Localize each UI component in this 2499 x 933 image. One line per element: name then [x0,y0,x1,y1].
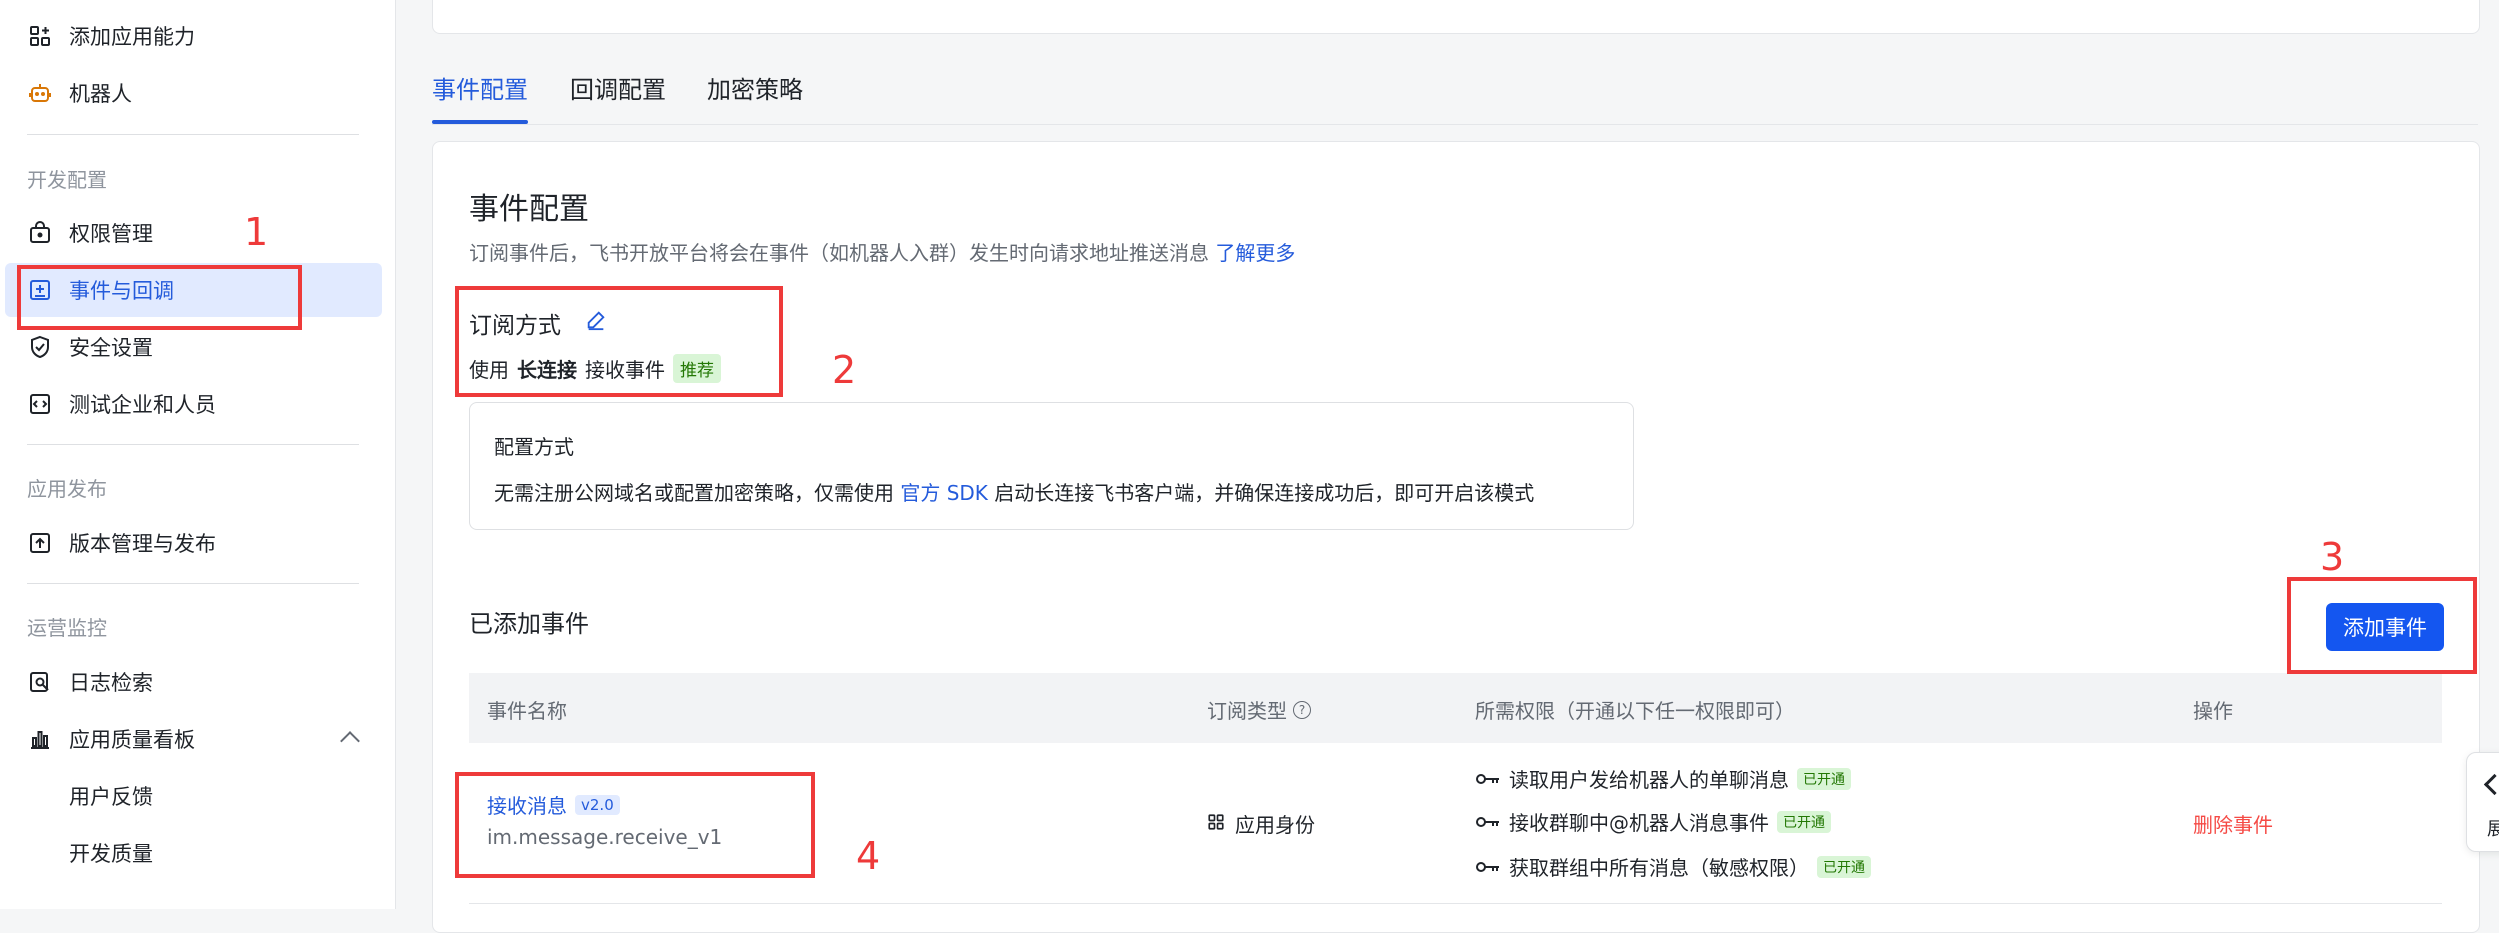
grid-plus-icon [27,23,53,49]
sidebar-item-label: 用户反馈 [69,785,153,809]
config-desc-before: 无需注册公网域名或配置加密策略，仅需使用 [494,481,894,505]
permission-status-badge: 已开通 [1817,855,1871,878]
annotation-box-3 [2287,577,2477,674]
permission-item: 读取用户发给机器人的单聊消息 已开通 [1475,764,1851,793]
column-actions: 操作 [2193,695,2233,724]
sidebar-item-dev-quality[interactable]: 开发质量 [5,826,382,880]
annotation-number-2: 2 [832,348,857,392]
key-icon [1475,767,1501,791]
key-icon [1475,855,1501,879]
desc-text: 订阅事件后，飞书开放平台将会在事件（如机器人入群）发生时向请求地址推送消息 [469,241,1209,265]
sidebar-item-version-publish[interactable]: 版本管理与发布 [5,516,382,570]
annotation-box-1 [17,265,302,330]
permission-label: 读取用户发给机器人的单聊消息 [1509,768,1789,792]
subscribe-type: 应用身份 [1207,809,1315,838]
sidebar-item-label: 机器人 [69,82,132,106]
key-icon [1475,810,1501,834]
shield-check-icon [27,334,53,360]
chevron-up-icon[interactable] [340,731,360,751]
divider [27,444,359,445]
annotation-number-4: 4 [856,834,881,878]
permission-label: 接收群聊中@机器人消息事件 [1509,811,1769,835]
upload-box-icon [27,530,53,556]
sidebar-item-label: 应用质量看板 [69,728,195,752]
column-event-name: 事件名称 [487,695,567,724]
sidebar: 添加应用能力 机器人 开发配置 权限管理 事件与回调 安全设置 测试企业和人员 … [0,0,396,909]
events-table-header: 事件名称 订阅类型? 所需权限（开通以下任一权限即可） 操作 [469,673,2442,743]
sidebar-item-label: 版本管理与发布 [69,532,216,556]
column-subscribe-type: 订阅类型? [1207,695,1311,724]
expand-side-tab[interactable]: 展 [2466,752,2499,852]
config-desc-after: 启动长连接飞书客户端，并确保连接成功后，即可开启该模式 [994,481,1535,505]
permission-status-badge: 已开通 [1777,810,1831,833]
sidebar-item-bot[interactable]: 机器人 [5,66,382,120]
sidebar-item-label: 开发质量 [69,842,153,866]
sidebar-item-label: 权限管理 [69,222,153,246]
event-config-desc: 订阅事件后，飞书开放平台将会在事件（如机器人入群）发生时向请求地址推送消息 了解… [469,237,1295,266]
expand-label: 展 [2487,819,2499,840]
sidebar-item-permissions[interactable]: 权限管理 [5,206,382,260]
column-label: 操作 [2193,699,2233,723]
page-title: 事件配置 [469,192,589,227]
sidebar-item-label: 日志检索 [69,671,153,695]
annotation-number-3: 3 [2320,535,2345,579]
subscribe-type-label: 应用身份 [1235,813,1315,837]
column-label: 所需权限（开通以下任一权限即可） [1475,699,1795,723]
column-permissions: 所需权限（开通以下任一权限即可） [1475,695,1795,724]
delete-event-link[interactable]: 删除事件 [2193,809,2273,838]
config-method-title: 配置方式 [494,435,574,459]
log-search-icon [27,669,53,695]
config-method-box: 配置方式 无需注册公网域名或配置加密策略，仅需使用 官方 SDK 启动长连接飞书… [469,402,1634,530]
section-ops-monitor: 运营监控 [27,616,107,640]
chevron-left-icon [2483,773,2499,796]
column-label: 订阅类型 [1207,699,1287,723]
sidebar-item-label: 测试企业和人员 [69,393,216,417]
official-sdk-link[interactable]: 官方 SDK [900,481,988,505]
help-icon[interactable]: ? [1293,700,1311,719]
top-card [432,0,2480,34]
code-box-icon [27,391,53,417]
added-events-title: 已添加事件 [469,610,589,638]
annotation-number-1: 1 [244,210,269,254]
sidebar-item-quality-board[interactable]: 应用质量看板 [5,712,382,766]
divider [27,583,359,584]
divider [27,134,359,135]
learn-more-link[interactable]: 了解更多 [1215,241,1295,265]
bar-chart-icon [27,726,53,752]
permission-status-badge: 已开通 [1797,767,1851,790]
section-app-publish: 应用发布 [27,477,107,501]
sidebar-item-label: 添加应用能力 [69,25,195,49]
annotation-box-2 [455,286,783,397]
lock-box-icon [27,220,53,246]
tab-active-indicator [432,120,528,124]
tab-event-config[interactable]: 事件配置 [432,70,528,105]
tab-callback-config[interactable]: 回调配置 [570,70,666,105]
sidebar-item-user-feedback[interactable]: 用户反馈 [5,769,382,823]
permission-item: 获取群组中所有消息（敏感权限） 已开通 [1475,852,1871,881]
tab-encryption[interactable]: 加密策略 [707,70,803,105]
sidebar-item-test-tenants[interactable]: 测试企业和人员 [5,377,382,431]
column-label: 事件名称 [487,699,567,723]
permission-item: 接收群聊中@机器人消息事件 已开通 [1475,807,1831,836]
sidebar-item-log-search[interactable]: 日志检索 [5,655,382,709]
sidebar-item-label: 安全设置 [69,336,153,360]
app-identity-icon [1207,812,1225,836]
tab-bar: 事件配置 回调配置 加密策略 [432,70,2478,125]
sidebar-item-add-capability[interactable]: 添加应用能力 [5,9,382,63]
robot-icon [27,80,53,106]
annotation-box-4 [455,772,815,878]
section-dev-config: 开发配置 [27,168,107,192]
permission-label: 获取群组中所有消息（敏感权限） [1509,856,1809,880]
config-method-desc: 无需注册公网域名或配置加密策略，仅需使用 官方 SDK 启动长连接飞书客户端，并… [494,477,1534,506]
